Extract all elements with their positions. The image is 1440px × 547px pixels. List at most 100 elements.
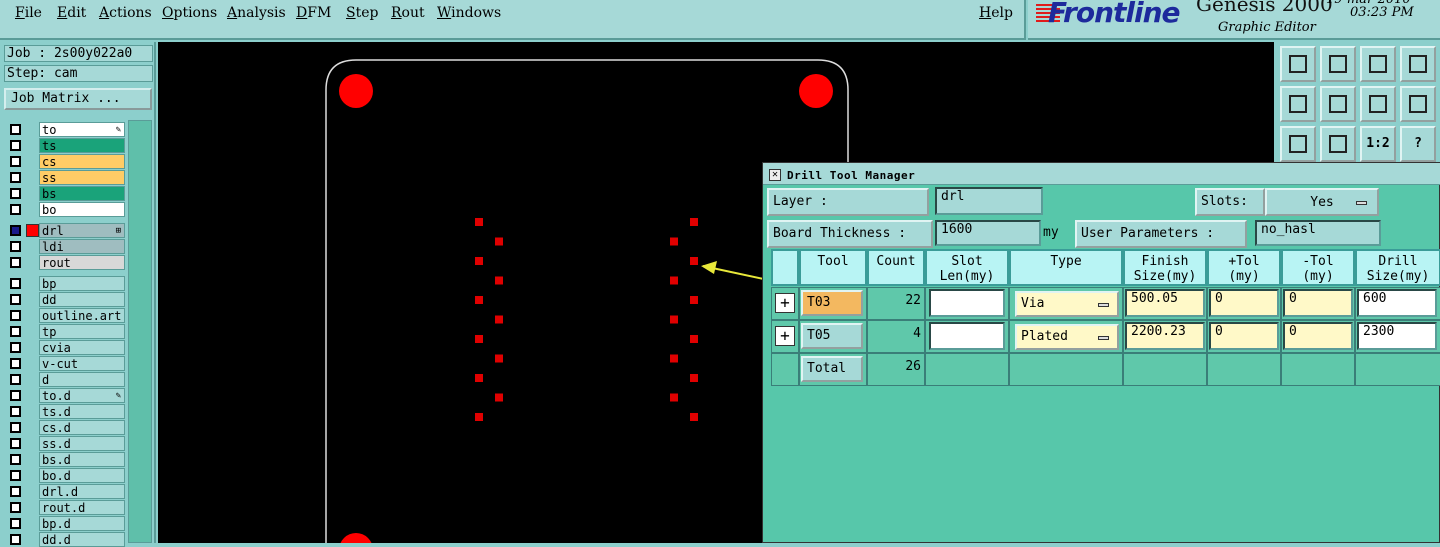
layer-row-bp[interactable]: bp xyxy=(6,276,126,291)
layer-row-to-d[interactable]: to.d ✎ xyxy=(6,388,126,403)
layer-checkbox[interactable] xyxy=(10,225,21,236)
fit-icon[interactable] xyxy=(1280,126,1316,162)
layer-checkbox[interactable] xyxy=(10,502,21,513)
layer-up-icon[interactable] xyxy=(1280,46,1316,82)
menu-rout[interactable]: Rout xyxy=(391,5,425,21)
layer-checkbox[interactable] xyxy=(10,454,21,465)
layer-row-bp-d[interactable]: bp.d xyxy=(6,516,126,531)
layer-down-icon[interactable] xyxy=(1320,46,1356,82)
layer-checkbox[interactable] xyxy=(10,406,21,417)
layer-row-cvia[interactable]: cvia xyxy=(6,340,126,355)
tool-button[interactable]: T05 xyxy=(801,323,863,349)
layer-name[interactable]: bs xyxy=(39,186,125,201)
layer-checkbox[interactable] xyxy=(10,257,21,268)
layer-name[interactable]: dd.d xyxy=(39,532,125,547)
layer-name[interactable]: bp.d xyxy=(39,516,125,531)
redo-icon[interactable] xyxy=(1400,86,1436,122)
layer-row-bs-d[interactable]: bs.d xyxy=(6,452,126,467)
layer-checkbox[interactable] xyxy=(10,241,21,252)
layer-checkbox[interactable] xyxy=(10,374,21,385)
layer-row-ss-d[interactable]: ss.d xyxy=(6,436,126,451)
slot-length-field[interactable] xyxy=(929,289,1005,317)
layer-checkbox[interactable] xyxy=(10,310,21,321)
layer-name[interactable]: v-cut xyxy=(39,356,125,371)
layer-row-rout-d[interactable]: rout.d xyxy=(6,500,126,515)
help-icon[interactable]: ? xyxy=(1400,126,1436,162)
menu-windows[interactable]: Windows xyxy=(437,5,501,21)
layer-checkbox[interactable] xyxy=(10,188,21,199)
job-matrix-button[interactable]: Job Matrix ... xyxy=(4,88,152,110)
slots-option-button[interactable]: Yes xyxy=(1265,188,1379,216)
layer-name[interactable]: bp xyxy=(39,276,125,291)
menu-analysis[interactable]: Analysis xyxy=(227,5,286,21)
layer-row-bs[interactable]: bs xyxy=(6,186,126,201)
minus-tolerance-field[interactable]: 0 xyxy=(1283,289,1353,317)
type-option-button[interactable]: Plated xyxy=(1015,324,1119,350)
layer-row-cs-d[interactable]: cs.d xyxy=(6,420,126,435)
layer-checkbox[interactable] xyxy=(10,438,21,449)
menu-step[interactable]: Step xyxy=(346,5,378,21)
layer-name[interactable]: drl.d xyxy=(39,484,125,499)
layer-name[interactable]: to ✎ xyxy=(39,122,125,137)
menu-dfm[interactable]: DFM xyxy=(296,5,331,21)
layer-checkbox[interactable] xyxy=(10,518,21,529)
finish-size-field[interactable]: 500.05 xyxy=(1125,289,1205,317)
slot-length-field[interactable] xyxy=(929,322,1005,350)
layer-name[interactable]: ts xyxy=(39,138,125,153)
layer-checkbox[interactable] xyxy=(10,172,21,183)
layer-name[interactable]: cs xyxy=(39,154,125,169)
layer-checkbox[interactable] xyxy=(10,422,21,433)
layer-row-tp[interactable]: tp xyxy=(6,324,126,339)
layer-checkbox[interactable] xyxy=(10,294,21,305)
menu-help[interactable]: Help xyxy=(979,5,1013,21)
layer-checkbox[interactable] xyxy=(10,534,21,545)
layer-name[interactable]: d xyxy=(39,372,125,387)
layer-name[interactable]: bs.d xyxy=(39,452,125,467)
layer-row-ts-d[interactable]: ts.d xyxy=(6,404,126,419)
close-icon[interactable]: ✕ xyxy=(769,169,781,181)
layer-row-ts[interactable]: ts xyxy=(6,138,126,153)
layer-row-ldi[interactable]: ldi xyxy=(6,239,126,254)
layer-checkbox[interactable] xyxy=(10,278,21,289)
move-right-icon[interactable] xyxy=(1320,86,1356,122)
menu-edit[interactable]: Edit xyxy=(57,5,86,21)
layer-row-bo-d[interactable]: bo.d xyxy=(6,468,126,483)
layer-name[interactable]: drl ⊞ xyxy=(39,223,125,238)
undo-icon[interactable] xyxy=(1360,86,1396,122)
layer-name[interactable]: tp xyxy=(39,324,125,339)
layer-checkbox[interactable] xyxy=(10,390,21,401)
layer-row-bo[interactable]: bo xyxy=(6,202,126,217)
layer-name[interactable]: rout.d xyxy=(39,500,125,515)
layer-name[interactable]: to.d ✎ xyxy=(39,388,125,403)
expand-row-icon[interactable]: + xyxy=(775,326,795,346)
layer-checkbox[interactable] xyxy=(10,326,21,337)
plus-tolerance-field[interactable]: 0 xyxy=(1209,289,1279,317)
layer-name[interactable]: cs.d xyxy=(39,420,125,435)
board-thickness-field[interactable]: 1600 xyxy=(935,220,1041,246)
layer-name[interactable]: ts.d xyxy=(39,404,125,419)
drill-size-field[interactable]: 2300 xyxy=(1357,322,1437,350)
layer-row-ss[interactable]: ss xyxy=(6,170,126,185)
layer-row-d[interactable]: d xyxy=(6,372,126,387)
expand-row-icon[interactable]: + xyxy=(775,293,795,313)
layer-name[interactable]: bo.d xyxy=(39,468,125,483)
tool-button[interactable]: T03 xyxy=(801,290,863,316)
layer-checkbox[interactable] xyxy=(10,156,21,167)
plus-tolerance-field[interactable]: 0 xyxy=(1209,322,1279,350)
layer-row-dd-d[interactable]: dd.d xyxy=(6,532,126,547)
layer-list-scrollbar[interactable] xyxy=(128,120,152,543)
layer-checkbox[interactable] xyxy=(10,342,21,353)
menu-options[interactable]: Options xyxy=(162,5,217,21)
layer-checkbox[interactable] xyxy=(10,486,21,497)
layer-row-cs[interactable]: cs xyxy=(6,154,126,169)
minus-tolerance-field[interactable]: 0 xyxy=(1283,322,1353,350)
layer-name[interactable]: dd xyxy=(39,292,125,307)
layer-row-dd[interactable]: dd xyxy=(6,292,126,307)
drill-size-field[interactable]: 600 xyxy=(1357,289,1437,317)
layer-checkbox[interactable] xyxy=(10,470,21,481)
layer-row-v-cut[interactable]: v-cut xyxy=(6,356,126,371)
layer-row-drl-d[interactable]: drl.d xyxy=(6,484,126,499)
layer-name[interactable]: ss.d xyxy=(39,436,125,451)
layer-field[interactable]: drl xyxy=(935,187,1043,215)
layer-row-to[interactable]: to ✎ xyxy=(6,122,126,137)
